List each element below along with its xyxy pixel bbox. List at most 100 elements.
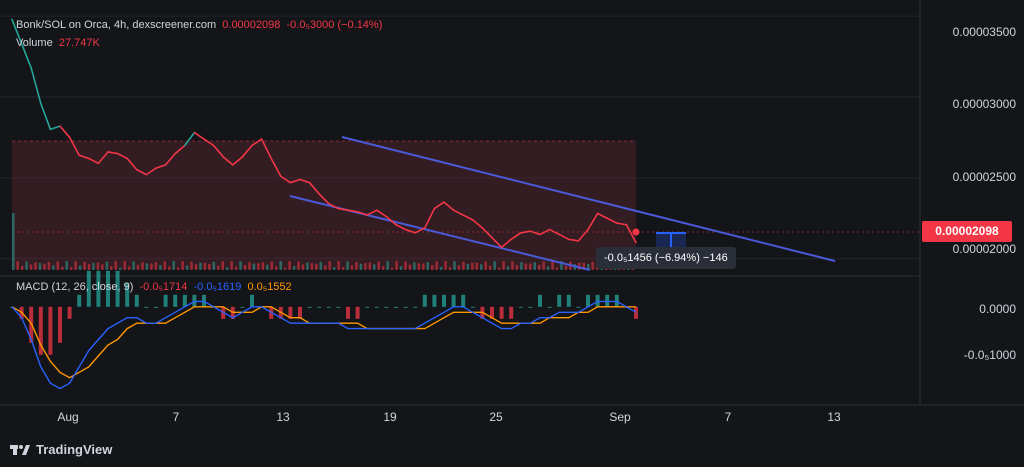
macd-hist-bar: [432, 294, 437, 307]
macd-hist-bar: [538, 294, 542, 307]
volume-bar: [408, 264, 412, 270]
volume-bar: [386, 261, 389, 270]
volume-bar: [364, 263, 367, 270]
macd-hist-bar: [451, 294, 456, 307]
macd-hist-bar: [528, 306, 533, 308]
volume-bar: [377, 261, 380, 270]
macd-hist-bar: [557, 294, 562, 307]
volume-bar: [533, 262, 536, 270]
volume-bar: [172, 261, 175, 270]
macd-label: MACD (12, 26, close, 9): [16, 281, 134, 293]
volume-bar: [444, 261, 447, 270]
macd-hist-bar: [403, 306, 408, 308]
volume-bar: [529, 263, 532, 270]
volume-bar: [466, 263, 470, 270]
volume-bar: [261, 262, 265, 270]
pair-title: Bonk/SOL on Orca, 4h, dexscreener.com: [16, 19, 217, 31]
volume-bar: [328, 261, 331, 270]
volume-bar: [359, 263, 363, 270]
volume-bar: [25, 261, 28, 270]
time-tick-sep-13: 13: [827, 410, 841, 424]
macd-hist-bar: [355, 306, 360, 319]
price-value: 0.00002098: [222, 19, 281, 31]
volume-bar: [591, 261, 594, 270]
volume-bar: [212, 261, 216, 270]
volume-bar: [497, 267, 501, 270]
volume-bar: [324, 265, 327, 270]
macd-hist-bar: [365, 306, 370, 308]
price-segment: [59, 125, 71, 139]
macd-hist-bar: [48, 306, 53, 355]
tradingview-brand[interactable]: TradingView: [10, 442, 112, 457]
price-tick-1: 0.00003000: [952, 97, 1016, 111]
macd-hist-bar: [461, 294, 466, 307]
macd-hist-bar: [307, 306, 312, 308]
volume-bar: [127, 266, 131, 270]
volume-bar: [105, 261, 109, 270]
time-tick-sep-7: 7: [724, 410, 732, 424]
volume-bar: [194, 264, 198, 270]
volume-bar: [52, 265, 55, 270]
macd-hist-bar: [384, 306, 389, 308]
volume-bar: [20, 266, 24, 270]
volume-bar: [176, 267, 180, 270]
macd-hist-bar: [586, 294, 590, 307]
volume-bar: [123, 261, 126, 270]
volume-bar: [279, 261, 282, 270]
volume-bar: [145, 263, 149, 270]
volume-bar: [426, 262, 430, 270]
time-tick-sep: Sep: [609, 410, 631, 424]
volume-bar: [87, 263, 91, 270]
volume-bar: [96, 262, 100, 270]
volume-bar: [355, 261, 358, 270]
volume-bar: [199, 262, 202, 270]
volume-bar: [395, 261, 398, 270]
macd-line-value: -0.0₅1619: [193, 281, 242, 293]
macd-hist-bar: [336, 306, 341, 308]
volume-bar: [74, 261, 77, 270]
macd-hist-bar: [134, 294, 139, 307]
macd-hist-bar: [509, 306, 514, 319]
volume-bar: [243, 265, 247, 270]
macd-hist-bar: [576, 306, 581, 308]
volume-bar: [114, 261, 118, 270]
volume-bar: [69, 267, 73, 270]
macd-hist-bar: [154, 306, 158, 308]
volume-bar: [493, 261, 496, 270]
volume-bar: [92, 262, 95, 270]
volume-bar: [551, 261, 554, 270]
volume-bar: [484, 261, 487, 270]
volume-bar: [546, 266, 550, 270]
volume-bar: [266, 264, 269, 270]
volume-bar: [78, 265, 82, 270]
volume-bar: [101, 264, 104, 270]
volume-bar: [217, 265, 220, 270]
volume-bar: [502, 261, 505, 270]
volume-bar: [190, 261, 193, 270]
volume-bar: [337, 261, 340, 270]
volume-bar: [306, 262, 309, 270]
macd-hist-bar: [634, 306, 638, 319]
macd-hist-bar: [182, 294, 187, 307]
time-tick-7: 7: [172, 410, 180, 424]
macd-hist-value: -0.0₅1714: [139, 281, 188, 293]
volume-bar: [248, 262, 251, 270]
volume-bar: [524, 263, 528, 270]
volume-bar: [56, 261, 60, 270]
volume-bar: [453, 261, 456, 270]
volume-bar: [34, 262, 37, 270]
volume-bar: [520, 262, 523, 270]
volume-bar: [43, 263, 46, 270]
volume-bar: [168, 266, 171, 270]
price-segment: [30, 67, 42, 105]
price-segment: [193, 131, 205, 140]
macd-hist-bar: [240, 306, 245, 308]
volume-bar: [399, 266, 403, 270]
volume-label: Volume: [16, 37, 53, 49]
volume-bar: [373, 264, 376, 270]
volume-bar: [515, 264, 519, 270]
volume-bar: [457, 265, 461, 270]
volume-bar: [181, 261, 184, 270]
time-tick-25: 25: [489, 410, 503, 424]
macd-hist-bar: [346, 306, 350, 319]
